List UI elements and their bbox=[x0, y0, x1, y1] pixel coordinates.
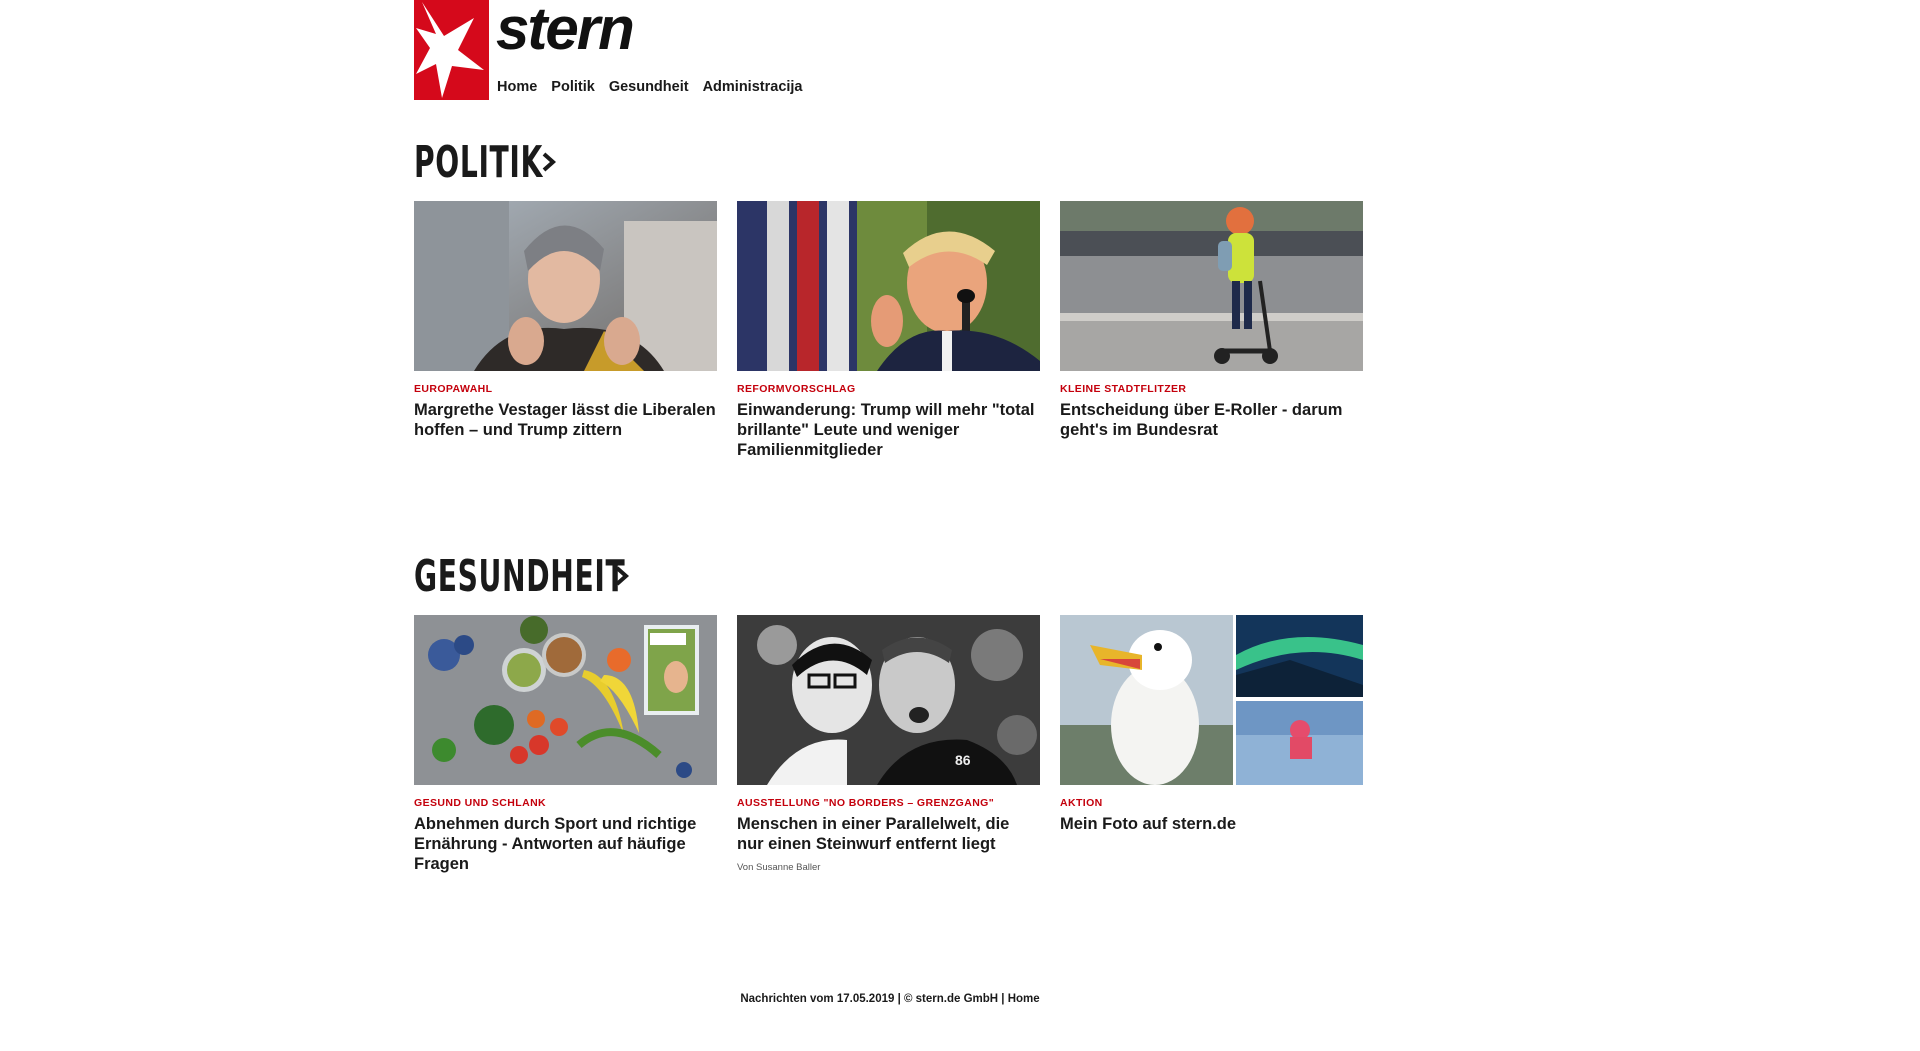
article-image[interactable] bbox=[1060, 201, 1363, 371]
main-nav: Home Politik Gesundheit Administracija bbox=[497, 79, 803, 95]
article-kicker: REFORMVORSCHLAG bbox=[737, 383, 856, 395]
article-card[interactable]: EUROPAWAHL Margrethe Vestager lässt die … bbox=[414, 201, 717, 460]
stern-logo-star-icon[interactable] bbox=[414, 0, 489, 100]
article-kicker: EUROPAWAHL bbox=[414, 383, 493, 395]
page: stern Home Politik Gesundheit Administra… bbox=[0, 0, 1920, 1051]
section-title[interactable]: POLITIK bbox=[414, 137, 542, 188]
nav-administracija[interactable]: Administracija bbox=[703, 79, 803, 95]
article-kicker: KLEINE STADTFLITZER bbox=[1060, 383, 1187, 395]
article-headline[interactable]: Entscheidung über E-Roller - darum geht'… bbox=[1060, 400, 1363, 440]
article-card[interactable]: REFORMVORSCHLAG Einwanderung: Trump will… bbox=[737, 201, 1040, 460]
article-kicker: AUSSTELLUNG "NO BORDERS – GRENZGANG" bbox=[737, 797, 995, 809]
chevron-right-icon bbox=[542, 152, 557, 172]
section-title[interactable]: GESUNDHEIT bbox=[414, 551, 625, 602]
site-header: stern Home Politik Gesundheit Administra… bbox=[414, 0, 814, 100]
article-headline[interactable]: Margrethe Vestager lässt die Liberalen h… bbox=[414, 400, 717, 440]
nav-politik[interactable]: Politik bbox=[551, 79, 595, 95]
article-image[interactable] bbox=[1060, 615, 1363, 785]
article-kicker: GESUND UND SCHLANK bbox=[414, 797, 547, 809]
article-image[interactable] bbox=[414, 615, 717, 785]
article-card[interactable]: 86 AUSSTELLUNG "NO BORDERS – GRENZGANG" … bbox=[737, 615, 1040, 874]
article-kicker: AKTION bbox=[1060, 797, 1103, 809]
article-headline[interactable]: Einwanderung: Trump will mehr "total bri… bbox=[737, 400, 1040, 460]
nav-gesundheit[interactable]: Gesundheit bbox=[609, 79, 689, 95]
stern-logo-text[interactable]: stern bbox=[496, 0, 635, 63]
footer[interactable]: Nachrichten vom 17.05.2019 | © stern.de … bbox=[0, 993, 1780, 1005]
card-row: EUROPAWAHL Margrethe Vestager lässt die … bbox=[414, 201, 1363, 460]
article-headline[interactable]: Mein Foto auf stern.de bbox=[1060, 814, 1363, 834]
nav-home[interactable]: Home bbox=[497, 79, 537, 95]
article-image[interactable] bbox=[737, 201, 1040, 371]
article-headline[interactable]: Abnehmen durch Sport und richtige Ernähr… bbox=[414, 814, 717, 874]
card-row: GESUND UND SCHLANK Abnehmen durch Sport … bbox=[414, 615, 1363, 874]
article-image[interactable] bbox=[414, 201, 717, 371]
article-card[interactable]: KLEINE STADTFLITZER Entscheidung über E-… bbox=[1060, 201, 1363, 460]
svg-text:86: 86 bbox=[955, 752, 971, 768]
article-card[interactable]: AKTION Mein Foto auf stern.de bbox=[1060, 615, 1363, 874]
section-gesundheit: GESUNDHEIT GESUND UND SCHLANK Abnehmen d… bbox=[414, 548, 1364, 873]
article-author: Von Susanne Baller bbox=[737, 862, 821, 873]
article-image[interactable]: 86 bbox=[737, 615, 1040, 785]
section-heading[interactable]: GESUNDHEIT bbox=[414, 548, 1364, 604]
article-card[interactable]: GESUND UND SCHLANK Abnehmen durch Sport … bbox=[414, 615, 717, 874]
section-politik: POLITIK EUROPAWAHL Margrethe Vestager lä… bbox=[414, 134, 1364, 459]
article-headline[interactable]: Menschen in einer Parallelwelt, die nur … bbox=[737, 814, 1040, 854]
section-heading[interactable]: POLITIK bbox=[414, 134, 1364, 190]
